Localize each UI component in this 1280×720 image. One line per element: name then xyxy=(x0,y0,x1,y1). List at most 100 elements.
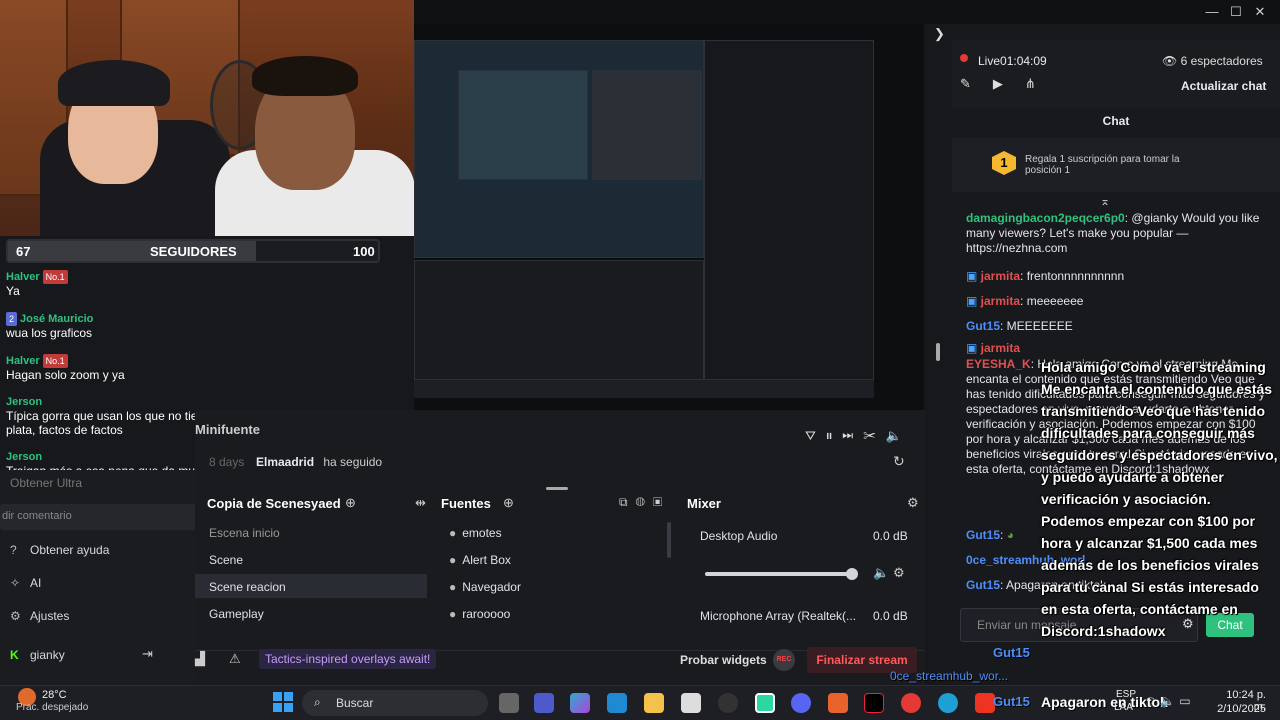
skip-icon[interactable]: ⏭ xyxy=(842,428,863,443)
alert-icon[interactable]: ⚠ xyxy=(229,651,241,667)
sidebar-item-user[interactable]: Kgianky xyxy=(10,648,65,662)
language-code[interactable]: ESP xyxy=(1116,689,1136,700)
globe-icon: ● xyxy=(449,553,457,567)
sidebar-item-settings[interactable]: ⚙ Ajustes xyxy=(10,609,69,623)
sources-scrollbar[interactable] xyxy=(667,522,671,558)
panel-resize-handle[interactable] xyxy=(936,343,940,361)
sidebar-item-help[interactable]: ? Obtener ayuda xyxy=(10,543,109,557)
copilot-icon[interactable] xyxy=(570,693,590,713)
scene-item[interactable]: Scene xyxy=(195,547,427,571)
close-icon[interactable]: ✕ xyxy=(1252,4,1268,20)
file-explorer-icon[interactable] xyxy=(644,693,664,713)
activity-row: Elmaadrid ha seguido xyxy=(256,455,382,469)
taskbar-search[interactable]: ⌕ Buscar xyxy=(302,690,488,716)
folder-icon[interactable]: ▣ xyxy=(653,495,670,509)
scene-item[interactable]: Gameplay xyxy=(195,601,427,625)
mute-alerts-icon[interactable]: ✂ xyxy=(863,428,886,443)
sidebar-item-ai[interactable]: ✧ AI xyxy=(10,576,41,590)
test-widgets-button[interactable]: Probar widgets xyxy=(680,653,767,667)
collapse-right-icon[interactable]: ❯ xyxy=(934,26,945,42)
overlay-line: Podemos empezar con $100 por xyxy=(1041,513,1255,529)
chrome-icon[interactable] xyxy=(901,693,921,713)
desktop-audio-slider[interactable] xyxy=(705,568,858,580)
source-tools: ⧉◍▣ xyxy=(619,495,670,510)
add-source-icon[interactable]: ⊕ xyxy=(503,495,514,511)
share-icon[interactable]: ⋔ xyxy=(1025,76,1058,91)
source-item[interactable]: ● emotes xyxy=(449,526,502,540)
chat-message: ▣ jarmita: meeeeeee xyxy=(966,294,1083,309)
minimize-icon[interactable]: — xyxy=(1204,4,1220,19)
twitch-icon: ▣ xyxy=(966,269,981,283)
chat-text: : frentonnnnnnnnnn xyxy=(1020,269,1125,283)
chat-username: Gut15 xyxy=(966,319,1001,333)
overlay-line: y puedo ayudarte a obtener xyxy=(1041,469,1224,485)
obs-icon[interactable] xyxy=(718,693,738,713)
desktop-audio-knob[interactable] xyxy=(846,568,858,580)
source-label: Navegador xyxy=(462,580,521,594)
search-placeholder: Buscar xyxy=(336,696,374,710)
help-icon: ? xyxy=(10,543,17,557)
source-item[interactable]: ● Navegador xyxy=(449,580,521,594)
store-icon[interactable] xyxy=(681,693,701,713)
collapse-sidebar-icon[interactable]: ⇥ xyxy=(142,646,153,662)
mixer-gear-icon[interactable]: ⚙ xyxy=(893,565,905,581)
pause-icon[interactable]: ⏸ xyxy=(826,428,843,443)
preview-nested-taskbar xyxy=(414,380,874,398)
overlay-line: seguidores y espectadores en vivo, xyxy=(1041,447,1278,463)
maximize-icon[interactable]: ☐ xyxy=(1228,4,1244,20)
language-layout[interactable]: LAA xyxy=(1114,702,1133,713)
scene-item[interactable]: Escena inicio xyxy=(195,520,427,544)
preview-nested-editor xyxy=(592,70,702,180)
mask-icon[interactable]: ◍ xyxy=(636,495,653,509)
chat-username: jarmita xyxy=(980,341,1021,355)
video-icon[interactable]: ▶ xyxy=(993,76,1025,91)
chat-text: : meeeeeee xyxy=(1020,294,1084,308)
task-view-icon[interactable] xyxy=(499,693,519,713)
scene-label: Scene reacion xyxy=(209,580,286,594)
scene-item-selected[interactable]: Scene reacion xyxy=(195,574,427,598)
promo-banner[interactable]: Tactics-inspired overlays await! xyxy=(259,649,437,669)
tiktok-icon[interactable] xyxy=(864,693,884,713)
app-icon[interactable] xyxy=(975,693,995,713)
record-button[interactable]: REC xyxy=(773,649,795,671)
dock-resize-handle[interactable] xyxy=(546,487,568,490)
volume-icon[interactable]: 🔈 xyxy=(1160,694,1179,708)
discord-icon[interactable] xyxy=(791,693,811,713)
activity-controls: ⛛⏸⏭✂🔈 xyxy=(805,428,912,444)
filter-icon[interactable]: ⛛ xyxy=(805,428,826,443)
battery-icon[interactable]: ▭ xyxy=(1179,694,1194,708)
wifi-icon[interactable]: ⌔ xyxy=(1145,694,1160,708)
days-label: 8 days xyxy=(209,455,245,469)
chat-username: José Mauricio xyxy=(20,313,94,325)
app-icon[interactable] xyxy=(828,693,848,713)
overlay-username: Gut15 xyxy=(993,694,1030,709)
refresh-chat-button[interactable]: Actualizar chat xyxy=(1181,79,1266,93)
scroll-indicator-icon[interactable]: ⌅ xyxy=(1100,194,1110,208)
sources-header: Fuentes xyxy=(441,496,491,511)
clock-date[interactable]: 2/10/2025 xyxy=(1216,703,1266,715)
system-tray: ⌔🔈▭ xyxy=(1145,694,1195,709)
streamlabs-icon[interactable] xyxy=(755,693,775,713)
source-item[interactable]: ● rarooooo xyxy=(449,607,510,621)
mixer-settings-icon[interactable]: ⚙ xyxy=(907,495,919,511)
webcam-feed xyxy=(0,0,414,236)
overlay-line: verificación y asociación. xyxy=(1041,491,1211,507)
vscode-icon[interactable] xyxy=(607,693,627,713)
source-item[interactable]: ● Alert Box xyxy=(449,553,511,567)
desktop-audio-level xyxy=(705,572,852,576)
chat-badge: No.1 xyxy=(42,270,68,284)
volume-icon[interactable]: 🔈 xyxy=(886,428,912,443)
pencil-icon[interactable]: ✎ xyxy=(960,76,993,91)
scene-transition-icon[interactable]: ⇹ xyxy=(415,495,426,511)
add-scene-icon[interactable]: ⊕ xyxy=(345,495,356,511)
sub-reward-banner[interactable]: 1 Regala 1 suscripción para tomar la pos… xyxy=(952,138,1280,192)
edge-icon[interactable] xyxy=(938,693,958,713)
speaker-icon[interactable]: 🔈 xyxy=(873,565,889,581)
stats-icon[interactable]: ▟ xyxy=(195,651,205,667)
sidebar-item-obtener-ultra[interactable]: Obtener Ultra xyxy=(10,476,82,490)
teams-icon[interactable] xyxy=(534,693,554,713)
overlay-line: Me encanta el contenido que estás xyxy=(1041,381,1273,397)
layout-icon[interactable]: ⧉ xyxy=(619,495,636,509)
refresh-icon[interactable]: ↻ xyxy=(893,453,905,470)
windows-start-icon[interactable] xyxy=(273,692,293,712)
